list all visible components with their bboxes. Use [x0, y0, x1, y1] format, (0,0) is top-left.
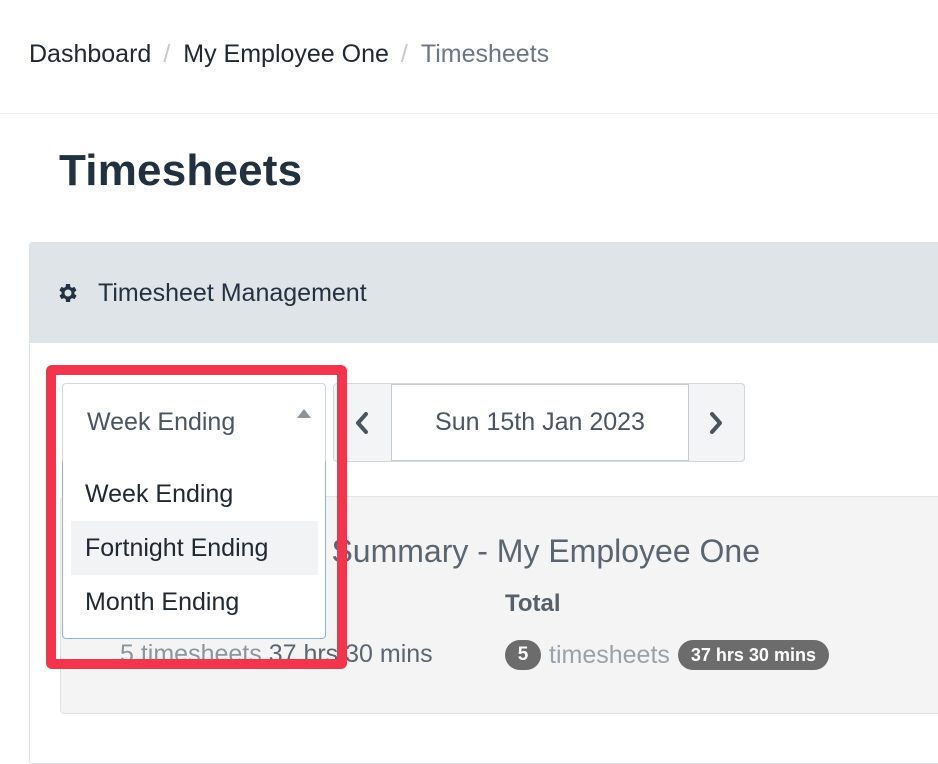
panel-header-title: Timesheet Management — [98, 278, 367, 307]
period-select[interactable]: Week Ending — [62, 383, 326, 461]
breadcrumb-separator: / — [400, 39, 408, 68]
panel-header: Timesheet Management — [30, 243, 938, 343]
date-pager: Sun 15th Jan 2023 — [333, 383, 745, 462]
breadcrumb-dashboard[interactable]: Dashboard — [29, 40, 151, 69]
total-count-badge: 5 — [505, 640, 541, 670]
total-hours-badge: 37 hrs 30 mins — [677, 640, 829, 670]
option-week-ending[interactable]: Week Ending — [71, 467, 318, 521]
page-title: Timesheets — [59, 146, 303, 195]
breadcrumb-separator: / — [163, 39, 171, 68]
breadcrumb: Dashboard / My Employee One / Timesheets — [0, 0, 938, 114]
next-period-button[interactable] — [688, 384, 744, 461]
gear-icon — [59, 284, 77, 302]
total-count-suffix: timesheets — [549, 640, 670, 669]
summary-count-text: 5 timesheets — [120, 640, 262, 668]
chevron-right-icon — [710, 411, 722, 434]
option-month-ending[interactable]: Month Ending — [71, 575, 318, 629]
breadcrumb-current: Timesheets — [420, 39, 550, 68]
option-fortnight-ending[interactable]: Fortnight Ending — [71, 521, 318, 575]
period-select-value: Week Ending — [87, 408, 236, 436]
summary-row-left: 5 timesheets 37 hrs 30 mins — [120, 640, 433, 669]
summary-total-row: 5 timesheets 37 hrs 30 mins — [505, 640, 829, 670]
breadcrumb-employee[interactable]: My Employee One — [183, 40, 389, 69]
period-date-display[interactable]: Sun 15th Jan 2023 — [391, 384, 689, 461]
previous-period-button[interactable] — [334, 384, 390, 461]
summary-hours-text: 37 hrs 30 mins — [268, 640, 433, 668]
caret-up-icon — [297, 409, 311, 418]
chevron-left-icon — [356, 411, 368, 434]
period-dropdown-menu: Week Ending Fortnight Ending Month Endin… — [62, 461, 326, 639]
total-label: Total — [505, 590, 561, 617]
